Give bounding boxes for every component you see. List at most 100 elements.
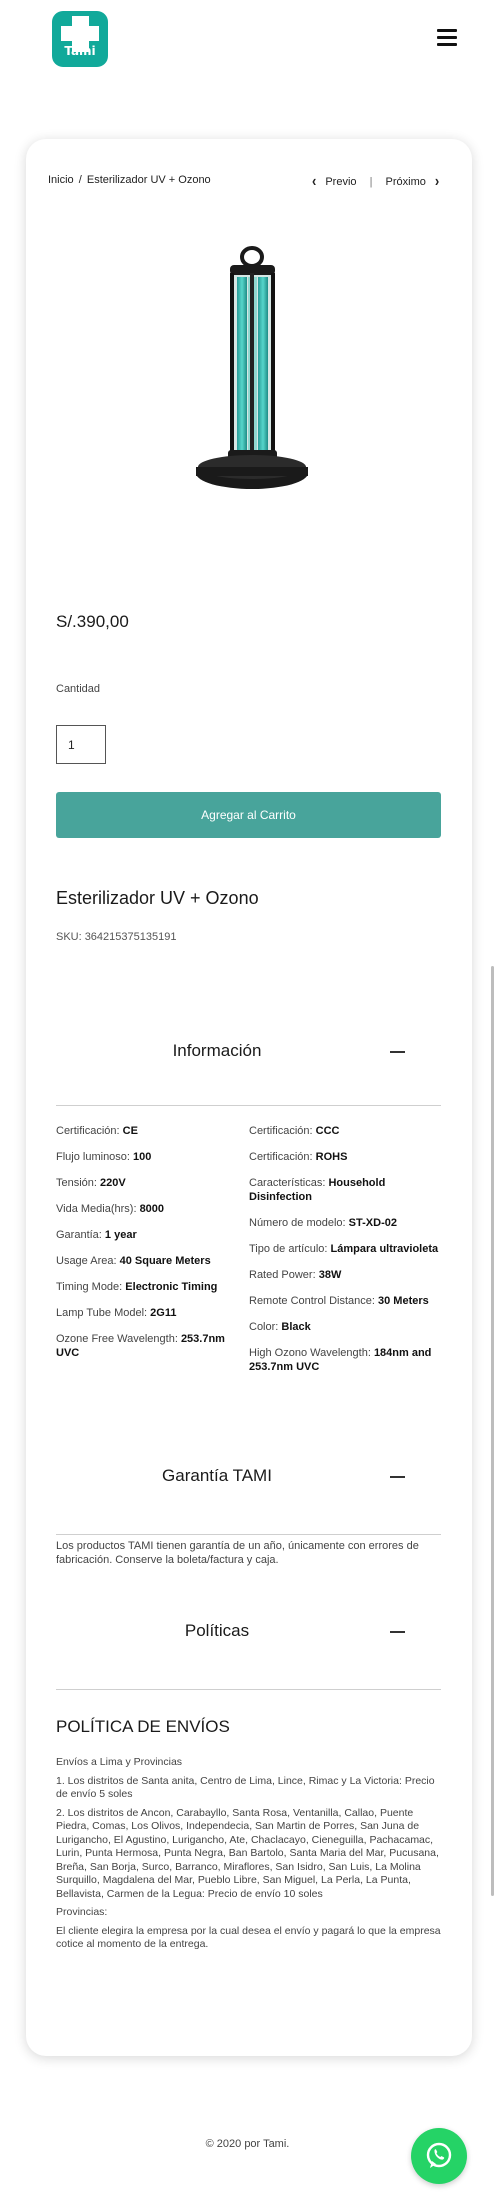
spec-item: Número de modelo: ST-XD-02 (249, 1216, 439, 1230)
spec-item: Timing Mode: Electronic Timing (56, 1280, 246, 1294)
spec-value: 2G11 (150, 1307, 177, 1319)
spec-item: Usage Area: 40 Square Meters (56, 1254, 246, 1268)
chevron-right-icon: › (434, 171, 440, 190)
spec-value: ST-XD-02 (348, 1217, 397, 1229)
spec-label: Certificación: (56, 1125, 123, 1137)
spec-label: Usage Area: (56, 1255, 120, 1267)
spec-item: Certificación: CCC (249, 1124, 439, 1138)
spec-value: 30 Meters (378, 1295, 429, 1307)
spec-label: Tipo de artículo: (249, 1243, 331, 1255)
whatsapp-icon (426, 2142, 452, 2168)
spec-item: Vida Media(hrs): 8000 (56, 1202, 246, 1216)
warranty-section-toggle[interactable]: Garantía TAMI (56, 1466, 441, 1496)
breadcrumb-home-link[interactable]: Inicio (48, 174, 74, 186)
spec-value: 220V (100, 1177, 126, 1189)
spec-label: Remote Control Distance: (249, 1295, 378, 1307)
add-to-cart-button[interactable]: Agregar al Carrito (56, 792, 441, 838)
spec-label: Tensión: (56, 1177, 101, 1189)
spec-value: 100 (133, 1151, 152, 1163)
spec-value: 1 year (104, 1229, 137, 1241)
spec-label: Certificación: (249, 1151, 316, 1163)
spec-value: 40 Square Meters (119, 1255, 211, 1267)
page-scrollbar[interactable] (491, 966, 494, 1896)
product-image[interactable] (190, 245, 315, 500)
spec-value: ROHS (315, 1151, 348, 1163)
spec-value: CCC (315, 1125, 340, 1137)
spec-item: Remote Control Distance: 30 Meters (249, 1294, 439, 1308)
policy-paragraph: Envíos a Lima y Provincias (56, 1756, 183, 1768)
spec-label: Timing Mode: (56, 1281, 126, 1293)
next-link[interactable]: Próximo › (385, 172, 440, 190)
collapse-minus-icon (390, 1631, 405, 1633)
spec-item: Certificación: ROHS (249, 1150, 439, 1164)
pager-divider: | (369, 176, 373, 188)
product-price: S/.390,00 (56, 612, 129, 631)
spec-label: Número de modelo: (249, 1217, 349, 1229)
info-section-toggle[interactable]: Información (56, 1041, 441, 1071)
info-section-divider (56, 1105, 441, 1106)
product-pager: ‹ Previo | Próximo › (312, 172, 440, 190)
product-sku: SKU: 364215375135191 (56, 931, 176, 943)
spec-column-right: Certificación: CCC Certificación: ROHS Car… (249, 1124, 439, 1386)
tami-logo[interactable]: Tami (52, 11, 108, 67)
spec-label: Ozone Free Wavelength: (56, 1333, 181, 1345)
spec-item: Garantía: 1 year (56, 1228, 246, 1242)
policies-section-toggle[interactable]: Políticas (56, 1621, 441, 1651)
quantity-input[interactable] (56, 725, 106, 764)
sku-value: 364215375135191 (84, 931, 177, 943)
hamburger-menu-icon[interactable] (437, 29, 457, 47)
policies-section-divider (56, 1689, 441, 1690)
quantity-label: Cantidad (56, 683, 101, 695)
policy-paragraph: 2. Los distritos de Ancon, Carabayllo, S… (56, 1806, 439, 1900)
spec-value: 8000 (139, 1203, 165, 1215)
shipping-policy-text: Envíos a Lima y Provincias 1. Los distri… (56, 1756, 441, 1957)
warranty-section-title: Garantía TAMI (162, 1466, 272, 1485)
spec-value: Lámpara ultravioleta (330, 1243, 439, 1255)
shipping-policy-heading: POLÍTICA DE ENVÍOS (56, 1717, 230, 1736)
next-label: Próximo (385, 176, 426, 188)
logo-text: Tami (64, 44, 96, 58)
spec-label: Vida Media(hrs): (56, 1203, 140, 1215)
collapse-minus-icon (390, 1051, 405, 1053)
spec-label: Garantía: (56, 1229, 105, 1241)
spec-label: Rated Power: (249, 1269, 319, 1281)
sku-label: SKU: (56, 931, 82, 943)
spec-label: Características: (249, 1177, 329, 1189)
spec-label: Certificación: (249, 1125, 316, 1137)
spec-column-left: Certificación: CE Flujo luminoso: 100 Tens… (56, 1124, 246, 1372)
spec-item: Ozone Free Wavelength: 253.7nm UVC (56, 1332, 246, 1360)
policy-paragraph: El cliente elegira la empresa por la cua… (56, 1924, 441, 1951)
spec-item: High Ozono Wavelength: 184nm and 253.7nm… (249, 1346, 439, 1374)
warranty-text: Los productos TAMI tienen garantía de un… (56, 1540, 419, 1566)
product-title: Esterilizador UV + Ozono (56, 888, 259, 908)
spec-item: Tipo de artículo: Lámpara ultravioleta (249, 1242, 439, 1256)
policies-section-title: Políticas (184, 1621, 250, 1640)
spec-label: Flujo luminoso: (56, 1151, 134, 1163)
spec-item: Características: Household Disinfection (249, 1176, 439, 1204)
breadcrumb-current: Esterilizador UV + Ozono (86, 174, 211, 186)
warranty-section-divider (56, 1534, 441, 1535)
spec-item: Tensión: 220V (56, 1176, 246, 1190)
spec-value: Electronic Timing (125, 1281, 218, 1293)
spec-value: 38W (318, 1269, 342, 1281)
spec-label: Color: (249, 1321, 282, 1333)
collapse-minus-icon (390, 1476, 405, 1478)
spec-label: High Ozono Wavelength: (249, 1347, 374, 1359)
spec-item: Color: Black (249, 1320, 439, 1334)
spec-item: Flujo luminoso: 100 (56, 1150, 246, 1164)
site-header: Tami (0, 0, 495, 80)
policy-paragraph: 1. Los distritos de Santa anita, Centro … (56, 1774, 435, 1801)
spec-item: Rated Power: 38W (249, 1268, 439, 1282)
chevron-left-icon: ‹ (312, 171, 317, 190)
previous-label: Previo (325, 176, 357, 188)
info-section-title: Información (172, 1041, 262, 1060)
breadcrumb-separator: / (78, 174, 82, 186)
spec-value: Black (281, 1321, 311, 1333)
breadcrumb: Inicio / Esterilizador UV + Ozono (48, 174, 211, 186)
spec-label: Lamp Tube Model: (56, 1307, 151, 1319)
whatsapp-button[interactable] (411, 2128, 467, 2184)
spec-item: Certificación: CE (56, 1124, 246, 1138)
spec-value: CE (122, 1125, 138, 1137)
previous-link[interactable]: ‹ Previo (312, 172, 357, 190)
policy-paragraph: Provincias: (56, 1906, 108, 1918)
